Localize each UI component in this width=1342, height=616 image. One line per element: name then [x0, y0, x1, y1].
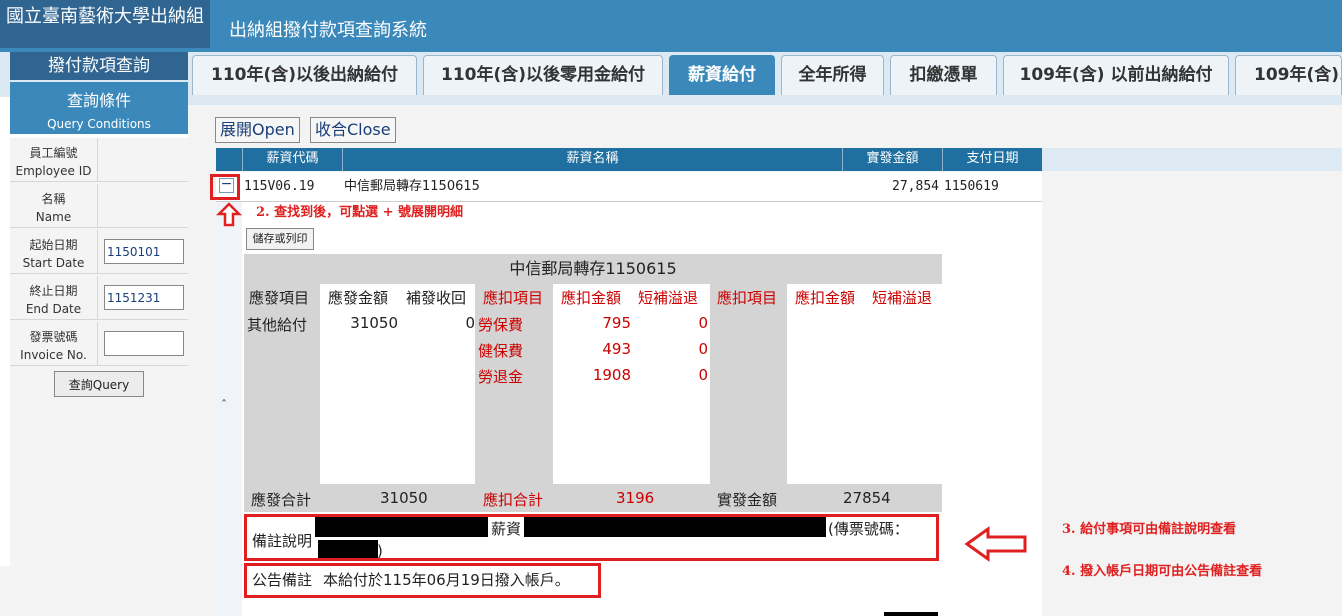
voucher-column-deduct-amounts-2 — [787, 284, 942, 484]
deduct-amount-health-insurance: 493 — [602, 340, 631, 358]
employee-id-row: 員工編號 Employee ID — [10, 138, 188, 182]
invoice-input[interactable] — [104, 331, 184, 356]
employee-id-label-en: Employee ID — [15, 164, 92, 178]
column-header-salary-name: 薪資名稱 — [342, 148, 842, 171]
annotation-step-3: 3. 給付事項可由備註說明查看 — [1062, 522, 1237, 537]
net-amount-label: 實發金額 — [717, 491, 778, 509]
invoice-label-en: Invoice No. — [20, 348, 87, 362]
start-date-label: 起始日期 Start Date — [10, 230, 98, 274]
net-amount-value: 27854 — [843, 489, 891, 507]
voucher-title: 中信郵局轉存1150615 — [244, 254, 942, 284]
row-salary-code: 115V06.19 — [244, 179, 315, 194]
deduct-total-label: 應扣合計 — [483, 491, 544, 509]
pay-item: 其他給付 — [247, 316, 308, 334]
pay-amount: 31050 — [350, 314, 398, 332]
redacted-block-4 — [884, 612, 938, 616]
tab-withholding-certificate[interactable]: 扣繳憑單 — [890, 55, 997, 95]
grid-header-filler — [1042, 148, 1342, 171]
gross-total-value: 31050 — [380, 489, 428, 507]
deduct-total-value: 3196 — [616, 489, 655, 507]
voucher-header-pay-amount: 應發金額 — [328, 289, 389, 307]
voucher-header-pay-item: 應發項目 — [249, 289, 310, 307]
voucher-header-adjust: 短補溢退 — [638, 289, 699, 307]
collapse-all-button[interactable]: 收合Close — [310, 117, 396, 143]
gross-total-label: 應發合計 — [251, 491, 312, 509]
column-header-salary-code: 薪資代碼 — [242, 148, 342, 171]
tab-salary-payment[interactable]: 薪資給付 — [669, 55, 775, 95]
voucher-header-deduct-amount-2: 應扣金額 — [795, 289, 856, 307]
annotation-box-expander — [210, 174, 240, 200]
invoice-label-zh: 發票號碼 — [29, 330, 78, 344]
tab-bar-underline — [188, 97, 1342, 105]
column-header-payment-date: 支付日期 — [942, 148, 1042, 171]
deduct-item-health-insurance: 健保費 — [478, 342, 524, 360]
invoice-row: 發票號碼 Invoice No. — [10, 322, 188, 366]
name-label-en: Name — [35, 210, 72, 224]
query-conditions-header: 查詢條件 Query Conditions — [10, 82, 188, 134]
name-label: 名稱 Name — [10, 184, 98, 228]
annotation-left-arrow-icon — [964, 526, 1027, 562]
annotation-step-2: 2. 查找到後，可點選 + 號展開明細 — [256, 205, 464, 220]
query-conditions-label-en: Query Conditions — [47, 117, 151, 131]
employee-id-label: 員工編號 Employee ID — [10, 138, 98, 182]
name-row: 名稱 Name — [10, 184, 188, 228]
deduct-amount-labor-pension: 1908 — [592, 366, 631, 384]
end-date-input[interactable] — [104, 285, 184, 310]
sidebar-title: 撥付款項查詢 — [10, 52, 188, 80]
end-date-label-en: End Date — [25, 302, 82, 316]
annotation-up-arrow-icon — [216, 202, 242, 227]
invoice-label: 發票號碼 Invoice No. — [10, 322, 98, 366]
column-header-net-amount: 實發金額 — [842, 148, 942, 171]
deduct-item-labor-pension: 勞退金 — [478, 368, 524, 386]
query-button[interactable]: 查詢Query — [54, 371, 144, 397]
tab-110-petty-cash[interactable]: 110年(含)以後零用金給付 — [423, 55, 663, 95]
tab-109-cashier-payment[interactable]: 109年(含) 以前出納給付 — [1003, 55, 1229, 95]
row-net-amount: 27,854 — [892, 179, 939, 194]
employee-id-label-zh: 員工編號 — [29, 146, 78, 160]
end-date-row: 終止日期 End Date — [10, 276, 188, 320]
expand-all-button[interactable]: 展開Open — [215, 117, 300, 143]
tab-annual-income[interactable]: 全年所得 — [781, 55, 884, 95]
tab-110-cashier-payment[interactable]: 110年(含)以後出納給付 — [192, 55, 417, 95]
collapse-caret-icon[interactable]: ˆ — [221, 398, 227, 412]
annotation-step-4: 4. 撥入帳戶日期可由公告備註查看 — [1062, 564, 1263, 579]
deduct-adjust-health-insurance: 0 — [698, 340, 708, 358]
start-date-label-en: Start Date — [22, 256, 85, 270]
voucher-header-adjust-2: 短補溢退 — [872, 289, 933, 307]
end-date-label: 終止日期 End Date — [10, 276, 98, 320]
voucher-header-deduct-amount: 應扣金額 — [561, 289, 622, 307]
name-label-zh: 名稱 — [41, 192, 66, 206]
system-title: 出納組撥付款項查詢系統 — [229, 20, 427, 41]
org-title: 國立臺南藝術大學出納組 — [0, 0, 210, 48]
deduct-amount-labor-insurance: 795 — [602, 314, 631, 332]
sidebar-bottom — [0, 566, 188, 616]
query-conditions-label-zh: 查詢條件 — [66, 91, 131, 110]
deduct-item-labor-insurance: 勞保費 — [478, 316, 524, 334]
detail-gutter — [216, 202, 242, 616]
start-date-label-zh: 起始日期 — [29, 238, 78, 252]
tab-109-more[interactable]: 109年(含)以 — [1235, 55, 1342, 95]
row-salary-name: 中信郵局轉存1150615 — [344, 179, 480, 194]
end-date-label-zh: 終止日期 — [29, 284, 78, 298]
voucher-header-deduct-item: 應扣項目 — [483, 289, 544, 307]
annotation-box-announcement — [244, 563, 601, 598]
voucher-footer — [244, 484, 942, 512]
voucher-header-deduct-item-2: 應扣項目 — [717, 289, 778, 307]
voucher-header-reissue: 補發收回 — [406, 289, 467, 307]
start-date-row: 起始日期 Start Date — [10, 230, 188, 274]
pay-reissue: 0 — [465, 314, 475, 332]
row-payment-date: 1150619 — [944, 179, 999, 194]
start-date-input[interactable] — [104, 239, 184, 264]
save-or-print-button[interactable]: 儲存或列印 — [246, 228, 314, 250]
deduct-adjust-labor-insurance: 0 — [698, 314, 708, 332]
deduct-adjust-labor-pension: 0 — [698, 366, 708, 384]
voucher-column-deduct-item-2 — [710, 284, 787, 484]
annotation-box-remarks — [244, 514, 939, 561]
